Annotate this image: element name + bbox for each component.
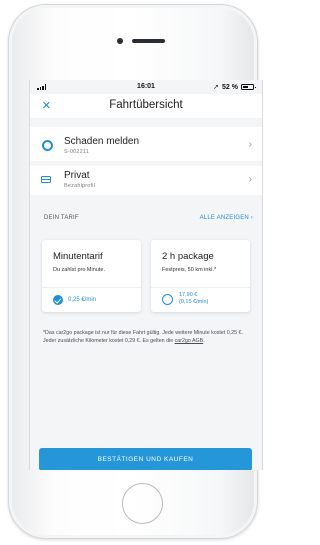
- divider: [42, 287, 141, 288]
- tarif-price: 17,90 €: [179, 292, 198, 298]
- battery-percent: 52 %: [222, 83, 238, 91]
- chevron-right-icon: ›: [248, 139, 252, 150]
- row-title: Privat: [64, 170, 90, 181]
- ring-icon: [42, 140, 53, 151]
- package-footnote: *Das car2go package ist nur für diese Fa…: [43, 330, 253, 346]
- home-button[interactable]: [122, 483, 163, 524]
- status-bar: 16:01 ➚ 52 %: [30, 80, 262, 94]
- earpiece-speaker: [132, 39, 165, 43]
- report-damage-row[interactable]: Schaden melden S-002211 ›: [30, 127, 262, 161]
- row-title: Schaden melden: [64, 136, 140, 147]
- location-arrow-icon: ➚: [213, 84, 220, 91]
- battery-icon: [241, 84, 256, 90]
- page-title: Fahrtübersicht: [109, 99, 183, 111]
- terms-link[interactable]: car2go AGB: [175, 338, 204, 344]
- chevron-right-icon: ›: [248, 174, 252, 185]
- front-camera: [117, 38, 123, 44]
- radio-unchecked-icon[interactable]: [162, 294, 173, 305]
- tarif-description: Festpreis, 50 km inkl.*: [162, 267, 217, 273]
- confirm-buy-button[interactable]: BESTÄTIGEN UND KAUFEN: [39, 448, 252, 470]
- show-all-link[interactable]: ALLE ANZEIGEN ›: [200, 215, 253, 221]
- footnote-end: .: [203, 337, 205, 344]
- tarif-card-minutes[interactable]: Minutentarif Du zahlst pro Minute. 0,25 …: [42, 240, 141, 312]
- divider: [151, 287, 250, 288]
- footnote-text: *Das car2go package ist nur für diese Fa…: [43, 330, 243, 344]
- credit-card-icon: [41, 176, 51, 183]
- row-subtitle: Bezahlprofil: [64, 183, 96, 189]
- phone-frame: 16:01 ➚ 52 % × Fahrtübersicht Schaden me…: [8, 4, 263, 539]
- nav-header: × Fahrtübersicht: [30, 94, 262, 118]
- status-right: ➚ 52 %: [213, 83, 256, 91]
- tarif-price: 0,25 €/min: [68, 297, 97, 303]
- tarif-section-header: DEIN TARIF ALLE ANZEIGEN ›: [30, 213, 262, 225]
- tarif-price-per-minute: (0,15 €/min): [179, 299, 209, 305]
- row-subtitle: S-002211: [64, 149, 90, 155]
- payment-profile-row[interactable]: Privat Bezahlprofil ›: [30, 166, 262, 195]
- tarif-name: 2 h package: [162, 251, 214, 262]
- tarif-name: Minutentarif: [53, 251, 103, 262]
- tarif-label: DEIN TARIF: [44, 215, 79, 221]
- radio-checked-icon[interactable]: [53, 295, 63, 305]
- tarif-description: Du zahlst pro Minute.: [53, 267, 105, 273]
- app-screen: 16:01 ➚ 52 % × Fahrtübersicht Schaden me…: [29, 80, 263, 470]
- tarif-card-package[interactable]: 2 h package Festpreis, 50 km inkl.* 17,9…: [151, 240, 250, 312]
